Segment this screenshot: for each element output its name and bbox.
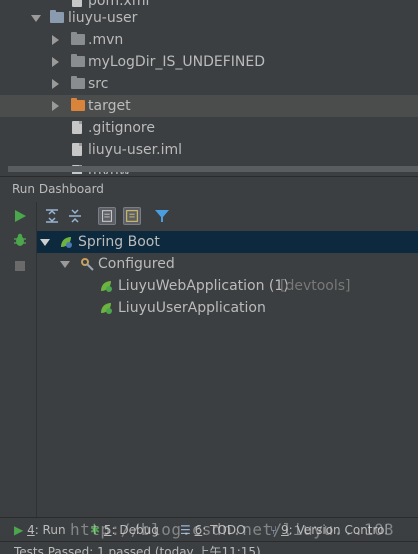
tree-row-iml[interactable]: liuyu-user.iml <box>0 139 418 161</box>
excluded-folder-icon <box>71 98 85 111</box>
tree-row-mvn[interactable]: .mvn <box>0 29 418 51</box>
tree-label: Spring Boot <box>78 234 160 250</box>
dashboard-tree: Spring Boot Configured LiuyuWebApplicati… <box>37 229 418 517</box>
horizontal-scrollbar[interactable] <box>8 166 418 172</box>
spring-boot-icon <box>101 281 112 292</box>
collapse-all-icon[interactable] <box>66 207 84 225</box>
tree-row-spring-boot[interactable]: Spring Boot <box>37 231 418 253</box>
chevron-right-icon[interactable] <box>52 57 59 67</box>
tree-row-app[interactable]: LiuyuUserApplication <box>37 297 418 319</box>
module-folder-icon <box>50 10 64 23</box>
chevron-down-icon[interactable] <box>40 239 50 246</box>
tree-row-configured[interactable]: Configured <box>37 253 418 275</box>
run-icon: ▶ <box>14 523 24 537</box>
chevron-down-icon[interactable] <box>60 261 70 268</box>
status-text: Tests Passed: 1 passed (today 上午11:15) <box>14 545 261 554</box>
file-icon <box>72 143 82 156</box>
tree-row-app[interactable]: LiuyuWebApplication (1) [devtools] <box>37 275 418 297</box>
folder-icon <box>71 76 85 89</box>
tree-row-liuyu-user[interactable]: liuyu-user <box>0 7 418 29</box>
left-action-strip <box>0 202 37 517</box>
spring-boot-icon <box>101 303 112 314</box>
filter-icon[interactable] <box>153 207 171 225</box>
app-name: LiuyuWebApplication (1) <box>118 278 289 294</box>
run-dashboard-header: Run Dashboard <box>0 176 418 203</box>
expand-all-icon[interactable] <box>43 207 61 225</box>
tree-label: liuyu-user.iml <box>88 142 182 158</box>
tree-row-mylogdir[interactable]: myLogDir_IS_UNDEFINED <box>0 51 418 73</box>
tree-row-src[interactable]: src <box>0 73 418 95</box>
tab-run[interactable]: ▶ 4: Run <box>14 523 66 537</box>
app-name: LiuyuUserApplication <box>118 300 266 316</box>
tree-label: target <box>88 98 131 114</box>
chevron-right-icon[interactable] <box>52 79 59 89</box>
app-tag: [devtools] <box>280 278 351 294</box>
tree-label: .gitignore <box>88 120 155 136</box>
tree-label: .mvn <box>88 32 124 48</box>
spring-boot-icon <box>61 237 72 248</box>
tab-label: : Run <box>34 523 66 537</box>
panel-title: Run Dashboard <box>12 182 104 196</box>
chevron-right-icon[interactable] <box>52 35 59 45</box>
dashboard-toolbar <box>37 202 418 228</box>
folder-icon <box>71 32 85 45</box>
tab-key: 4 <box>27 523 35 537</box>
tree-row-target[interactable]: target <box>0 95 418 117</box>
status-bar: Tests Passed: 1 passed (today 上午11:15) <box>0 541 418 554</box>
watermark: http://blog.csdn.net/liuyu...103 <box>70 520 395 539</box>
stop-icon[interactable] <box>12 258 28 274</box>
configured-icon <box>81 258 94 271</box>
chevron-down-icon[interactable] <box>31 15 41 22</box>
tree-label: liuyu-user <box>68 10 138 26</box>
chevron-right-icon[interactable] <box>52 101 59 111</box>
tree-row-gitignore[interactable]: .gitignore <box>0 117 418 139</box>
file-icon <box>72 0 82 7</box>
project-tree: pom.xml liuyu-user .mvn myLogDir_IS_UNDE… <box>0 0 418 174</box>
tree-label: Configured <box>98 256 175 272</box>
debug-icon[interactable] <box>12 232 28 248</box>
run-icon[interactable] <box>12 208 28 224</box>
file-icon <box>72 121 82 134</box>
tree-label: src <box>88 76 109 92</box>
group-by-type-icon[interactable] <box>98 207 116 225</box>
group-by-config-icon[interactable] <box>123 207 141 225</box>
tree-label: myLogDir_IS_UNDEFINED <box>88 54 265 70</box>
folder-icon <box>71 54 85 67</box>
